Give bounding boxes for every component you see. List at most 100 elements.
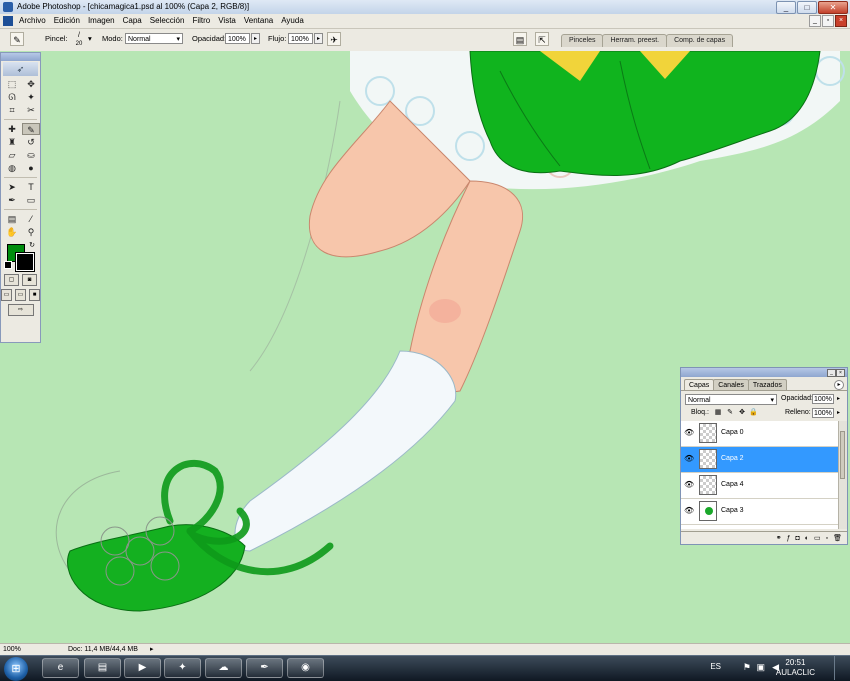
- jump-to-imageready-icon[interactable]: ⇨: [7, 304, 34, 316]
- panel-close-icon[interactable]: ×: [836, 369, 845, 377]
- fill-field[interactable]: 100%: [812, 408, 834, 418]
- visibility-eye-icon[interactable]: 👁: [684, 506, 694, 516]
- pen-tool-icon[interactable]: ✒: [3, 194, 21, 206]
- adjustment-layer-icon[interactable]: ◐: [805, 532, 809, 544]
- scrollbar-thumb[interactable]: [840, 431, 845, 479]
- quick-mask-mode-icon[interactable]: ◙: [22, 274, 37, 286]
- network-icon[interactable]: ▣: [756, 662, 765, 673]
- close-button[interactable]: ✕: [818, 1, 848, 14]
- zoom-tool-icon[interactable]: ⚲: [22, 226, 40, 238]
- clock[interactable]: 20:51 AULACLIC: [776, 658, 815, 678]
- well-comp-capas[interactable]: Comp. de capas: [666, 34, 734, 47]
- panel-menu-icon[interactable]: ▸: [834, 380, 844, 390]
- photoshop-doc-icon[interactable]: [3, 16, 13, 26]
- hand-tool-icon[interactable]: ✋: [3, 226, 21, 238]
- toolbox-titlebar[interactable]: [1, 53, 40, 61]
- magic-wand-tool-icon[interactable]: ✦: [22, 91, 40, 103]
- mode-select[interactable]: Normal ▾: [125, 33, 183, 44]
- well-pinceles[interactable]: Pinceles: [561, 34, 604, 47]
- file-explorer-icon[interactable]: ▤: [84, 658, 121, 678]
- layer-list-scrollbar[interactable]: [838, 421, 847, 529]
- brush-picker-arrow-icon[interactable]: ▾: [88, 34, 92, 43]
- menu-imagen[interactable]: Imagen: [88, 16, 115, 25]
- document-canvas[interactable]: [0, 50, 850, 643]
- menu-ayuda[interactable]: Ayuda: [281, 16, 304, 25]
- lock-transparency-icon[interactable]: ▦: [714, 409, 722, 417]
- dodge-tool-icon[interactable]: ●: [22, 162, 40, 174]
- blur-tool-icon[interactable]: ◍: [3, 162, 21, 174]
- menu-seleccion[interactable]: Selección: [150, 16, 185, 25]
- well-herram-preest[interactable]: Herram. preest.: [602, 34, 668, 47]
- history-brush-tool-icon[interactable]: ↺: [22, 136, 40, 148]
- crop-tool-icon[interactable]: ⌗: [3, 104, 21, 116]
- lock-all-icon[interactable]: 🔒: [749, 409, 758, 417]
- rectangle-tool-icon[interactable]: ▭: [22, 194, 40, 206]
- action-center-icon[interactable]: ⚑: [743, 662, 751, 673]
- background-color-swatch[interactable]: [15, 252, 35, 272]
- type-tool-icon[interactable]: T: [22, 181, 40, 193]
- app-icon[interactable]: ✦: [164, 658, 201, 678]
- brush-tool-icon[interactable]: ✎: [22, 123, 40, 135]
- blend-mode-select[interactable]: Normal: [685, 394, 777, 406]
- menu-edicion[interactable]: Edición: [54, 16, 80, 25]
- fill-arrow-icon[interactable]: ▸: [835, 408, 842, 418]
- menu-ventana[interactable]: Ventana: [244, 16, 273, 25]
- add-mask-icon[interactable]: ◘: [796, 532, 800, 544]
- menu-archivo[interactable]: Archivo: [19, 16, 46, 25]
- visibility-eye-icon[interactable]: 👁: [684, 454, 694, 464]
- path-selection-tool-icon[interactable]: ➤: [3, 181, 21, 193]
- link-layers-icon[interactable]: ⚭: [776, 532, 782, 544]
- layer-row[interactable]: 👁 Capa 3: [681, 499, 838, 525]
- delete-layer-icon[interactable]: 🗑: [833, 532, 842, 544]
- tab-capas[interactable]: Capas: [684, 379, 715, 390]
- layer-row[interactable]: 👁 Capa 4: [681, 473, 838, 499]
- doc-minimize-button[interactable]: _: [809, 15, 821, 27]
- menu-vista[interactable]: Vista: [218, 16, 236, 25]
- marquee-tool-icon[interactable]: ⬚: [3, 78, 21, 90]
- airbrush-icon[interactable]: ✈: [327, 32, 341, 46]
- full-screen-mode-icon[interactable]: ■: [29, 289, 40, 301]
- feather-logo-icon[interactable]: ➶: [3, 62, 38, 76]
- chrome-icon[interactable]: ◉: [287, 658, 324, 678]
- healing-brush-tool-icon[interactable]: ✚: [3, 123, 21, 135]
- visibility-eye-icon[interactable]: 👁: [684, 480, 694, 490]
- internet-explorer-icon[interactable]: e: [42, 658, 79, 678]
- flow-field[interactable]: 100%: [288, 33, 313, 44]
- eyedropper-tool-icon[interactable]: ⁄: [22, 213, 40, 225]
- standard-screen-mode-icon[interactable]: ▭: [1, 289, 12, 301]
- doc-restore-button[interactable]: ▫: [822, 15, 834, 27]
- full-screen-menu-mode-icon[interactable]: ▭: [15, 289, 26, 301]
- lasso-tool-icon[interactable]: ᘏ: [3, 91, 21, 103]
- default-colors-icon[interactable]: [4, 261, 12, 269]
- network-app-icon[interactable]: ☁: [205, 658, 242, 678]
- doc-close-button[interactable]: ×: [835, 15, 847, 27]
- new-layer-icon[interactable]: ▫: [826, 532, 828, 544]
- layers-panel-titlebar[interactable]: _ ×: [681, 368, 847, 377]
- media-player-icon[interactable]: ▶: [124, 658, 161, 678]
- layer-opacity-arrow-icon[interactable]: ▸: [835, 394, 842, 404]
- new-group-icon[interactable]: ▭: [814, 532, 821, 544]
- lock-position-icon[interactable]: ✥: [738, 409, 746, 417]
- flow-slider-button[interactable]: ▸: [314, 33, 323, 44]
- eraser-tool-icon[interactable]: ▱: [3, 149, 21, 161]
- file-browser-icon[interactable]: ▤: [513, 32, 527, 46]
- show-desktop-button[interactable]: [834, 656, 847, 680]
- layer-opacity-field[interactable]: 100%: [812, 394, 834, 404]
- paint-bucket-tool-icon[interactable]: ⛀: [22, 149, 40, 161]
- move-tool-icon[interactable]: ✥: [22, 78, 40, 90]
- menu-capa[interactable]: Capa: [123, 16, 142, 25]
- start-button[interactable]: ⊞: [4, 657, 28, 681]
- photoshop-taskbar-icon[interactable]: ✒: [246, 658, 283, 678]
- clone-stamp-tool-icon[interactable]: ♜: [3, 136, 21, 148]
- opacity-field[interactable]: 100%: [225, 33, 250, 44]
- opacity-slider-button[interactable]: ▸: [251, 33, 260, 44]
- lock-pixels-icon[interactable]: ✎: [726, 409, 734, 417]
- maximize-button[interactable]: □: [797, 1, 817, 14]
- notes-tool-icon[interactable]: ▤: [3, 213, 21, 225]
- swap-colors-icon[interactable]: ↻: [29, 241, 35, 249]
- slice-tool-icon[interactable]: ✂: [22, 104, 40, 116]
- panel-minimize-icon[interactable]: _: [827, 369, 836, 377]
- tab-trazados[interactable]: Trazados: [747, 379, 787, 390]
- layer-row-selected[interactable]: 👁 Capa 2: [681, 447, 838, 473]
- menu-filtro[interactable]: Filtro: [192, 16, 210, 25]
